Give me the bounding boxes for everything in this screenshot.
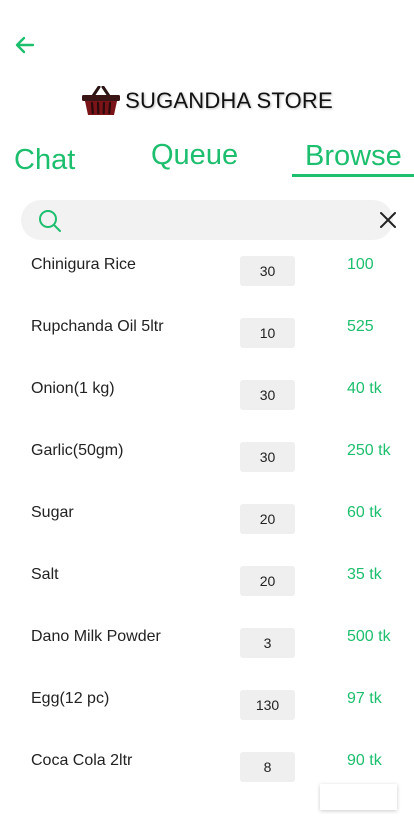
- list-item[interactable]: Sugar 20 60 tk: [0, 502, 414, 564]
- floating-panel[interactable]: [320, 784, 397, 810]
- tab-browse[interactable]: Browse: [305, 140, 402, 173]
- back-button[interactable]: [12, 33, 38, 57]
- product-name: Garlic(50gm): [31, 442, 124, 459]
- product-price: 35 tk: [347, 566, 382, 583]
- search-input[interactable]: [73, 206, 349, 234]
- quantity-field[interactable]: 30: [240, 256, 295, 286]
- list-item[interactable]: Salt 20 35 tk: [0, 564, 414, 626]
- basket-icon: [82, 86, 121, 115]
- list-item[interactable]: Dano Milk Powder 3 500 tk: [0, 626, 414, 688]
- product-price: 60 tk: [347, 504, 382, 521]
- list-item[interactable]: Rupchanda Oil 5ltr 10 525: [0, 316, 414, 378]
- active-tab-indicator: [292, 174, 414, 177]
- product-name: Chinigura Rice: [31, 256, 136, 273]
- store-brand: SUGANDHA STORE: [0, 86, 414, 116]
- search-bar: [21, 200, 396, 240]
- list-item[interactable]: Garlic(50gm) 30 250 tk: [0, 440, 414, 502]
- close-icon[interactable]: [377, 209, 399, 231]
- product-name: Rupchanda Oil 5ltr: [31, 318, 164, 335]
- search-icon: [39, 210, 61, 232]
- quantity-field[interactable]: 20: [240, 504, 295, 534]
- product-price: 40 tk: [347, 380, 382, 397]
- product-name: Coca Cola 2ltr: [31, 752, 133, 769]
- product-list: Chinigura Rice 30 100 Rupchanda Oil 5ltr…: [0, 254, 414, 812]
- list-item[interactable]: Egg(12 pc) 130 97 tk: [0, 688, 414, 750]
- product-name: Salt: [31, 566, 59, 583]
- list-item[interactable]: Chinigura Rice 30 100: [0, 254, 414, 316]
- product-price: 525: [347, 318, 374, 335]
- tab-bar: Chat Queue Browse: [0, 136, 414, 178]
- list-item[interactable]: Onion(1 kg) 30 40 tk: [0, 378, 414, 440]
- quantity-field[interactable]: 3: [240, 628, 295, 658]
- tab-chat[interactable]: Chat: [14, 144, 75, 177]
- store-title: SUGANDHA STORE: [125, 88, 333, 113]
- product-price: 97 tk: [347, 690, 382, 707]
- quantity-field[interactable]: 130: [240, 690, 295, 720]
- product-name: Sugar: [31, 504, 74, 521]
- quantity-field[interactable]: 20: [240, 566, 295, 596]
- product-price: 500 tk: [347, 628, 391, 645]
- product-name: Onion(1 kg): [31, 380, 115, 397]
- browse-screen: SUGANDHA STORE Chat Queue Browse Chinigu…: [0, 0, 414, 824]
- product-name: Dano Milk Powder: [31, 628, 161, 645]
- quantity-field[interactable]: 8: [240, 752, 295, 782]
- product-price: 250 tk: [347, 442, 391, 459]
- product-name: Egg(12 pc): [31, 690, 110, 707]
- arrow-left-icon: [15, 36, 35, 54]
- product-price: 90 tk: [347, 752, 382, 769]
- quantity-field[interactable]: 30: [240, 380, 295, 410]
- product-price: 100: [347, 256, 374, 273]
- tab-queue[interactable]: Queue: [151, 139, 238, 172]
- quantity-field[interactable]: 30: [240, 442, 295, 472]
- quantity-field[interactable]: 10: [240, 318, 295, 348]
